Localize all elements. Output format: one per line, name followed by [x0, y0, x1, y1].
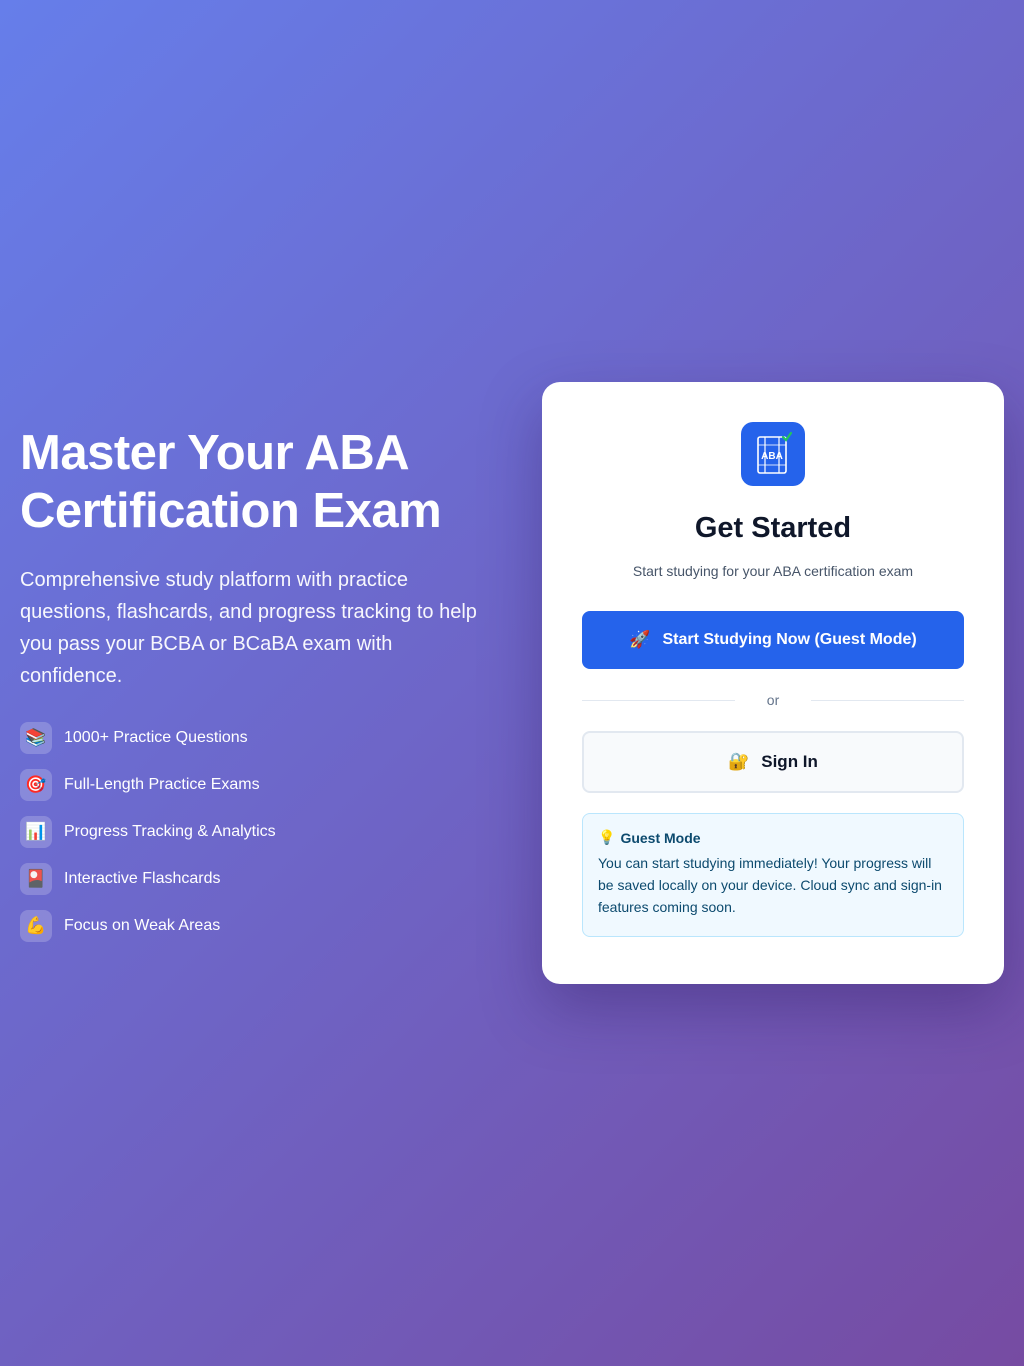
feature-label: Interactive Flashcards: [64, 870, 221, 887]
feature-item: 💪 Focus on Weak Areas: [20, 910, 490, 942]
or-divider: or: [582, 691, 965, 709]
feature-label: Progress Tracking & Analytics: [64, 823, 276, 840]
flexed-biceps-icon: 💪: [20, 910, 52, 942]
feature-item: 🎯 Full-Length Practice Exams: [20, 769, 490, 801]
hero-title: Master Your ABA Certification Exam: [20, 426, 442, 538]
flashcard-icon: 🎴: [20, 863, 52, 895]
divider-text: or: [766, 692, 780, 708]
hero-section: Master Your ABA Certification Exam Compr…: [20, 424, 490, 957]
hero-subtitle: Comprehensive study platform with practi…: [20, 569, 477, 687]
feature-list: 📚 1000+ Practice Questions 🎯 Full-Length…: [20, 722, 490, 942]
get-started-card: ABA Get Started Start studying for your …: [542, 382, 1004, 984]
sign-in-button[interactable]: 🔐 Sign In: [582, 731, 964, 793]
feature-item: 📊 Progress Tracking & Analytics: [20, 816, 490, 848]
info-title: Guest Mode: [620, 830, 701, 846]
feature-item: 📚 1000+ Practice Questions: [20, 722, 490, 754]
card-subtitle: Start studying for your ABA certificatio…: [632, 563, 914, 579]
target-icon: 🎯: [20, 769, 52, 801]
divider-line: [582, 699, 735, 701]
start-studying-label: Start Studying Now (Guest Mode): [662, 631, 917, 648]
divider-line: [811, 699, 965, 701]
feature-label: Focus on Weak Areas: [64, 917, 221, 934]
guest-mode-info-box: 💡 Guest Mode You can start studying imme…: [582, 813, 964, 937]
logo-text: ABA: [761, 451, 783, 462]
card-title: Get Started: [694, 512, 852, 544]
lightbulb-icon: 💡: [598, 830, 616, 846]
bar-chart-icon: 📊: [20, 816, 52, 848]
books-icon: 📚: [20, 722, 52, 754]
start-studying-guest-button[interactable]: 🚀 Start Studying Now (Guest Mode): [582, 611, 964, 669]
lock-icon: 🔐: [728, 752, 750, 772]
sign-in-label: Sign In: [761, 752, 818, 771]
feature-item: 🎴 Interactive Flashcards: [20, 863, 490, 895]
feature-label: Full-Length Practice Exams: [64, 776, 260, 793]
app-logo: ABA: [741, 422, 805, 486]
aba-book-icon: ABA: [757, 431, 793, 474]
info-title-row: 💡 Guest Mode: [598, 830, 948, 846]
feature-label: 1000+ Practice Questions: [64, 729, 248, 746]
rocket-icon: 🚀: [629, 630, 651, 650]
info-text: You can start studying immediately! Your…: [598, 855, 942, 915]
